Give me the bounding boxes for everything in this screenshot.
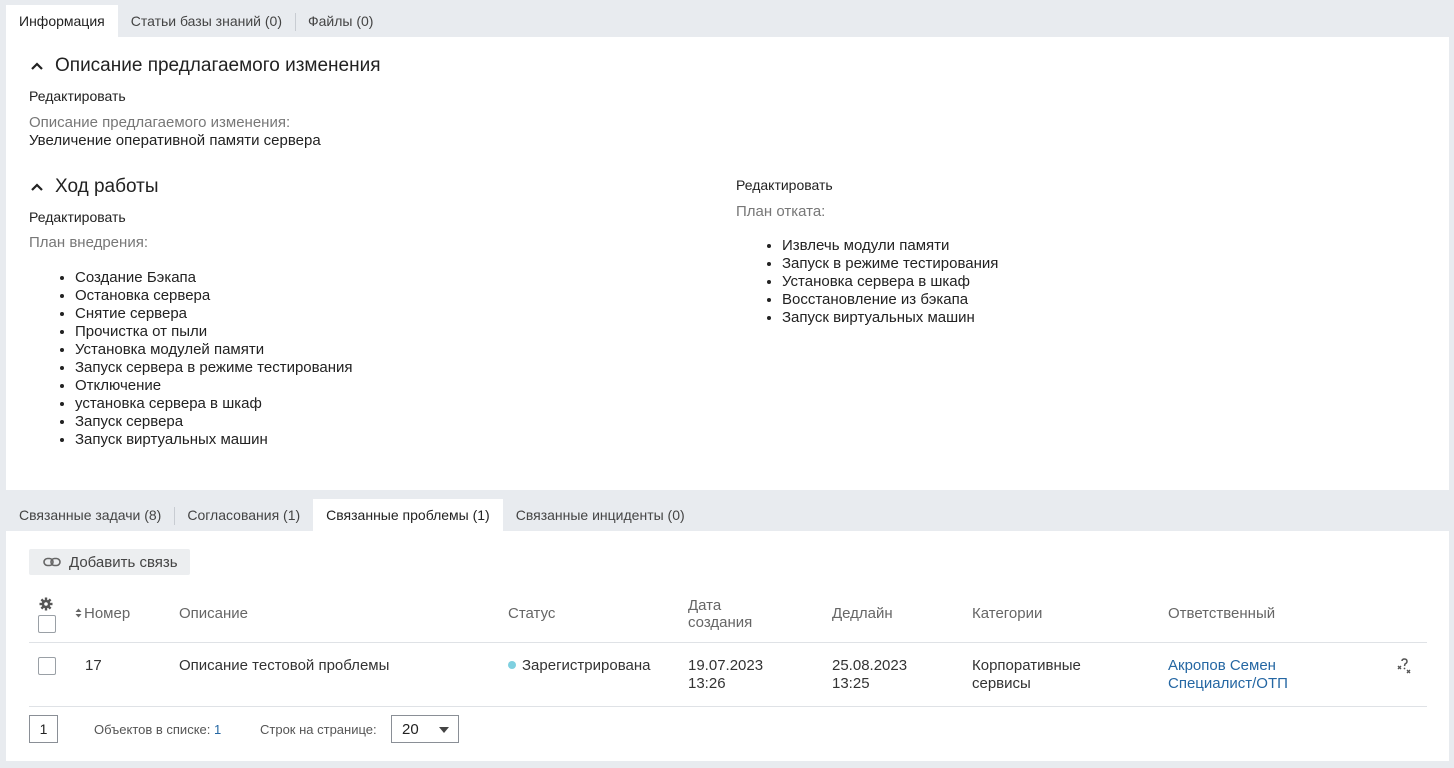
tab-related-problems[interactable]: Связанные проблемы (1) [313, 499, 503, 531]
column-header-description[interactable]: Описание [179, 605, 248, 622]
deadline-time: 13:25 [832, 675, 870, 692]
deploy-plan-label: План внедрения: [29, 234, 148, 251]
add-link-label: Добавить связь [69, 553, 178, 571]
list-item: Запуск в режиме тестирования [782, 255, 998, 273]
chevron-up-icon[interactable] [29, 58, 45, 74]
list-item: Остановка сервера [75, 287, 353, 305]
deadline-date: 25.08.2023 [832, 657, 908, 674]
responsible-name-link[interactable]: Акропов Семен [1168, 657, 1288, 675]
list-item: Прочистка от пыли [75, 323, 353, 341]
status-text: Зарегистрирована [522, 657, 651, 674]
column-header-created-line1: Дата [688, 597, 722, 614]
list-item: Запуск сервера в режиме тестирования [75, 359, 353, 377]
category-line1: Корпоративные [972, 657, 1081, 674]
rollback-plan-label: План отката: [736, 203, 826, 220]
list-item: установка сервера в шкаф [75, 395, 353, 413]
information-panel: Описание предлагаемого изменения Редакти… [6, 37, 1449, 490]
description-field-value: Увеличение оперативной памяти сервера [29, 132, 321, 149]
description-field-label: Описание предлагаемого изменения: [29, 114, 291, 131]
column-header-number[interactable]: Номер [84, 605, 130, 622]
status-dot-icon [508, 661, 516, 669]
link-icon [43, 557, 61, 567]
objects-count-label: Объектов в списке: 1 [94, 722, 221, 737]
column-header-created-line2: создания [688, 614, 753, 631]
column-header-created[interactable]: Дата создания [688, 597, 752, 631]
rows-per-page-select[interactable]: 20 [391, 715, 459, 743]
tab-related-tasks[interactable]: Связанные задачи (8) [6, 499, 174, 531]
row-divider [29, 706, 1427, 707]
cell-number: 17 [85, 657, 102, 674]
sort-icon[interactable] [75, 608, 82, 618]
top-tab-bar: Информация Статьи базы знаний (0) Файлы … [6, 5, 386, 37]
tab-files[interactable]: Файлы (0) [294, 5, 386, 37]
select-all-checkbox[interactable] [38, 615, 56, 633]
tab-approvals[interactable]: Согласования (1) [174, 499, 313, 531]
list-item: Извлечь модули памяти [782, 237, 998, 255]
list-item: Запуск сервера [75, 413, 353, 431]
column-header-responsible[interactable]: Ответственный [1168, 605, 1275, 622]
rows-per-page-label: Строк на странице: [260, 722, 377, 737]
header-divider [29, 642, 1427, 643]
list-item: Отключение [75, 377, 353, 395]
category-line2: сервисы [972, 675, 1031, 692]
links-tab-bar: Связанные задачи (8) Согласования (1) Св… [6, 499, 698, 531]
cell-category: Корпоративные сервисы [972, 657, 1081, 693]
add-link-button[interactable]: Добавить связь [29, 549, 190, 575]
list-item: Снятие сервера [75, 305, 353, 323]
chevron-down-icon [439, 727, 449, 733]
column-header-category[interactable]: Категории [972, 605, 1042, 622]
unlink-icon[interactable] [1396, 658, 1412, 674]
edit-description-link[interactable]: Редактировать [29, 88, 126, 104]
created-date: 19.07.2023 [688, 657, 764, 674]
tab-related-incidents[interactable]: Связанные инциденты (0) [503, 499, 698, 531]
list-item: Запуск виртуальных машин [782, 309, 998, 327]
objects-label: Объектов в списке: [94, 722, 211, 737]
responsible-role-link[interactable]: Специалист/ОТП [1168, 675, 1288, 693]
cell-deadline: 25.08.2023 13:25 [832, 657, 907, 693]
column-header-deadline[interactable]: Дедлайн [832, 605, 893, 622]
tab-information[interactable]: Информация [6, 5, 118, 37]
tab-knowledge-articles[interactable]: Статьи базы знаний (0) [118, 5, 295, 37]
cell-responsible: Акропов Семен Специалист/ОТП [1168, 657, 1288, 693]
objects-count: 1 [214, 722, 222, 737]
rows-per-page-value: 20 [402, 720, 419, 738]
cell-description[interactable]: Описание тестовой проблемы [179, 657, 389, 675]
description-section-title: Описание предлагаемого изменения [55, 55, 381, 76]
list-item: Восстановление из бэкапа [782, 291, 998, 309]
row-checkbox[interactable] [38, 657, 56, 675]
related-problems-panel: Добавить связь Номер Описание Статус Дат… [6, 531, 1449, 761]
progress-section-title: Ход работы [55, 176, 159, 197]
column-header-status[interactable]: Статус [508, 605, 555, 622]
edit-rollback-plan-link[interactable]: Редактировать [736, 177, 833, 193]
rollback-plan-list: Извлечь модули памяти Запуск в режиме те… [736, 237, 998, 327]
description-section-header[interactable]: Описание предлагаемого изменения [29, 55, 381, 77]
list-item: Запуск виртуальных машин [75, 431, 353, 449]
edit-deploy-plan-link[interactable]: Редактировать [29, 209, 126, 225]
cell-status: Зарегистрирована [508, 657, 650, 675]
chevron-up-icon[interactable] [29, 179, 45, 195]
list-item: Установка сервера в шкаф [782, 273, 998, 291]
list-item: Установка модулей памяти [75, 341, 353, 359]
list-item: Создание Бэкапа [75, 269, 353, 287]
progress-section-header[interactable]: Ход работы [29, 176, 159, 198]
deploy-plan-list: Создание Бэкапа Остановка сервера Снятие… [29, 269, 353, 449]
created-time: 13:26 [688, 675, 726, 692]
page-number-button[interactable]: 1 [29, 715, 58, 743]
gear-icon[interactable] [39, 597, 53, 611]
cell-created: 19.07.2023 13:26 [688, 657, 763, 693]
